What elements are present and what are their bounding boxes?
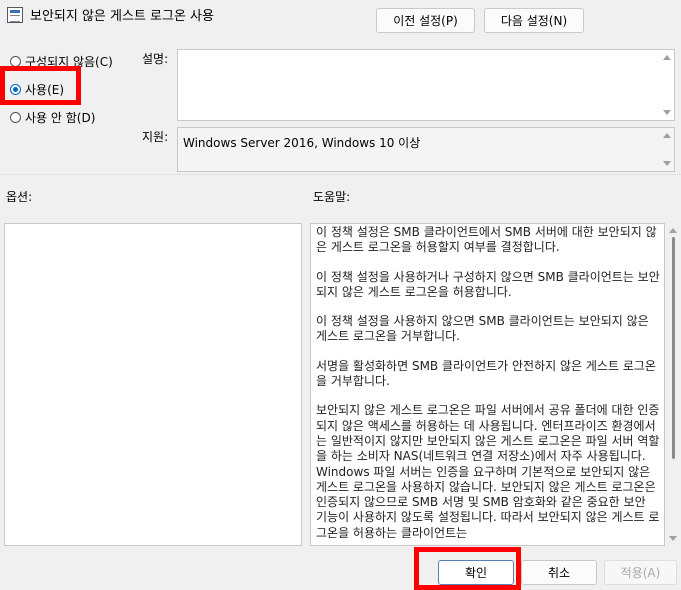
highlight-box-ok xyxy=(414,547,521,590)
window-title: 보안되지 않은 게스트 로그온 사용 xyxy=(30,9,214,24)
comment-field[interactable] xyxy=(177,49,675,121)
supported-text: Windows Server 2016, Windows 10 이상 xyxy=(183,136,421,150)
scroll-down-icon[interactable] xyxy=(663,161,671,166)
supported-scrollbar[interactable] xyxy=(660,128,674,171)
radio-circle-icon xyxy=(10,112,21,123)
section-divider xyxy=(0,174,681,175)
radio-disabled[interactable]: 사용 안 함(D) xyxy=(10,109,95,126)
help-paragraph: 이 정책 설정을 사용하거나 구성하지 않으면 SMB 클라이언트는 보안되지 … xyxy=(316,269,660,299)
next-setting-button[interactable]: 다음 설정(N) xyxy=(484,8,584,33)
help-paragraph: 보안되지 않은 게스트 로그온은 파일 서버에서 공유 폴더에 대한 인증되지 … xyxy=(316,403,660,540)
help-scrollbar[interactable] xyxy=(665,223,681,546)
help-pane[interactable]: 이 정책 설정은 SMB 클라이언트에서 SMB 서버에 대한 보안되지 않은 … xyxy=(310,223,665,546)
radio-disabled-label: 사용 안 함(D) xyxy=(25,111,96,125)
options-label: 옵션: xyxy=(6,190,33,204)
prev-setting-button[interactable]: 이전 설정(P) xyxy=(376,8,475,33)
cancel-button[interactable]: 취소 xyxy=(521,560,597,585)
help-paragraph: 서명을 활성화하면 SMB 클라이언트가 안전하지 않은 게스트 로그온을 거부… xyxy=(316,358,656,389)
supported-field: Windows Server 2016, Windows 10 이상 xyxy=(177,127,675,172)
options-pane[interactable] xyxy=(4,223,302,546)
scroll-down-icon[interactable] xyxy=(663,110,671,115)
comment-label: 설명: xyxy=(142,52,169,66)
comment-scrollbar[interactable] xyxy=(660,50,674,120)
help-label: 도움말: xyxy=(313,190,351,204)
scroll-up-icon[interactable] xyxy=(669,228,677,233)
policy-icon xyxy=(7,7,23,23)
scroll-down-icon[interactable] xyxy=(669,536,677,541)
scroll-up-icon[interactable] xyxy=(663,133,671,138)
highlight-box-enabled xyxy=(0,66,81,105)
scroll-up-icon[interactable] xyxy=(663,55,671,60)
apply-button[interactable]: 적용(A) xyxy=(604,560,677,585)
help-scroll-thumb[interactable] xyxy=(672,237,675,459)
help-paragraph: 이 정책 설정은 SMB 클라이언트에서 SMB 서버에 대한 보안되지 않은 … xyxy=(316,225,657,255)
help-paragraph: 이 정책 설정을 사용하지 않으면 SMB 클라이언트는 보안되지 않은 게스트… xyxy=(316,314,649,344)
supported-label: 지원: xyxy=(142,130,169,144)
